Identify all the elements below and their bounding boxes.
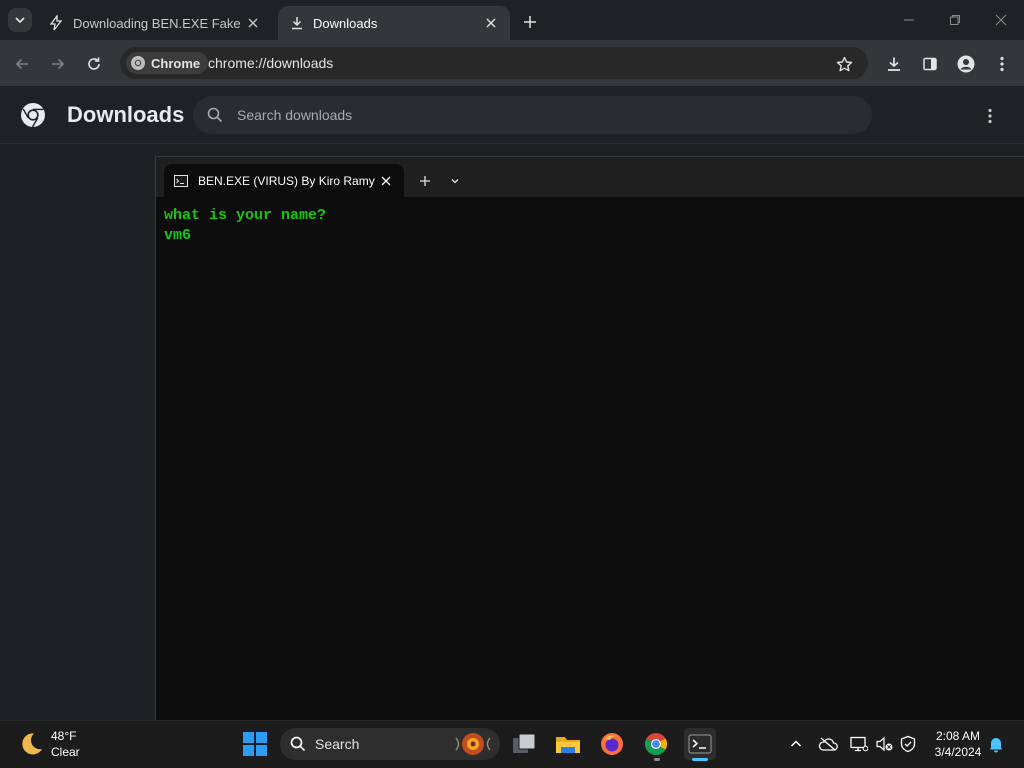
onedrive-tray-button[interactable] xyxy=(818,734,838,754)
window-restore-button[interactable] xyxy=(932,0,978,40)
restore-icon xyxy=(950,15,960,25)
more-vertical-icon xyxy=(1000,56,1004,72)
browser-tab-downloads[interactable]: Downloads xyxy=(278,6,510,40)
search-icon xyxy=(207,107,223,123)
cloud-off-icon xyxy=(818,737,838,751)
forward-button[interactable] xyxy=(44,50,72,78)
chevron-down-icon xyxy=(451,179,459,184)
terminal-profile-dropdown[interactable] xyxy=(445,170,465,192)
chrome-button[interactable] xyxy=(640,728,672,760)
chip-label: Chrome xyxy=(151,55,201,71)
plus-icon xyxy=(420,176,430,186)
star-icon xyxy=(836,56,852,71)
terminal-new-tab-button[interactable] xyxy=(414,170,436,192)
bell-icon xyxy=(989,738,1003,753)
reload-icon xyxy=(88,57,100,70)
tab-title: Downloads xyxy=(313,15,378,31)
notifications-button[interactable] xyxy=(986,734,1006,754)
close-icon xyxy=(995,14,1007,26)
chrome-icon xyxy=(645,733,667,755)
download-icon xyxy=(888,57,900,71)
terminal-icon xyxy=(688,734,712,754)
plus-icon xyxy=(524,16,536,28)
bookmark-star-button[interactable] xyxy=(830,50,858,78)
page-title: Downloads xyxy=(67,102,185,127)
moon-weather-icon[interactable] xyxy=(18,731,44,757)
terminal-taskbar-button[interactable] xyxy=(684,728,716,760)
close-icon xyxy=(248,18,258,28)
profile-icon xyxy=(957,55,975,73)
terminal-tab-close-button[interactable] xyxy=(378,173,394,189)
terminal-active-indicator xyxy=(692,758,708,761)
tab-close-button[interactable] xyxy=(482,14,500,32)
windows-start-icon[interactable] xyxy=(242,731,268,757)
side-panel-button[interactable] xyxy=(916,50,944,78)
clock-date[interactable]: 3/4/2024 xyxy=(930,745,986,759)
browser-menu-button[interactable] xyxy=(988,50,1016,78)
downloads-toolbar-button[interactable] xyxy=(880,50,908,78)
chevron-down-icon xyxy=(15,17,25,24)
downloads-menu-button[interactable] xyxy=(978,104,1002,128)
cmd-icon xyxy=(174,174,188,187)
terminal-line: vm6 xyxy=(164,227,192,244)
downloads-search-box[interactable] xyxy=(193,96,872,134)
taskbar-search-box[interactable]: Search xyxy=(280,728,500,760)
site-info-chip[interactable]: Chrome xyxy=(126,52,209,74)
close-icon xyxy=(486,18,496,28)
terminal-tab-title: BEN.EXE (VIRUS) By Kiro Ramy xyxy=(198,173,375,188)
terminal-line: what is your name? xyxy=(164,207,327,224)
firefox-button[interactable] xyxy=(596,728,628,760)
search-icon xyxy=(290,736,306,752)
url-text[interactable]: chrome://downloads xyxy=(208,55,333,71)
side-panel-icon xyxy=(923,57,937,71)
search-highlight-icon xyxy=(455,733,491,755)
window-minimize-button[interactable] xyxy=(886,0,932,40)
chevron-up-icon xyxy=(790,740,802,747)
taskbar-search-label: Search xyxy=(315,736,360,752)
chrome-logo-icon xyxy=(131,56,145,70)
security-tray-button[interactable] xyxy=(898,734,918,754)
chrome-logo-icon xyxy=(21,103,45,128)
tab-title: Downloading BEN.EXE Fake Virus xyxy=(73,15,244,31)
weather-temperature[interactable]: 48°F xyxy=(51,729,76,743)
tab-search-button[interactable] xyxy=(8,8,32,32)
download-icon xyxy=(292,17,302,30)
minimize-icon xyxy=(904,19,914,21)
chrome-running-indicator xyxy=(654,758,660,761)
terminal-tab[interactable]: BEN.EXE (VIRUS) By Kiro Ramy xyxy=(164,164,404,197)
more-vertical-icon xyxy=(988,108,992,124)
monitor-icon xyxy=(850,736,868,752)
arrow-right-icon xyxy=(52,58,65,70)
window-close-button[interactable] xyxy=(978,0,1024,40)
search-input[interactable] xyxy=(237,107,837,123)
weather-condition[interactable]: Clear xyxy=(51,745,80,759)
clock-time[interactable]: 2:08 AM xyxy=(930,729,986,743)
tab-close-button[interactable] xyxy=(244,14,262,32)
shield-icon xyxy=(900,735,916,753)
arrow-left-icon xyxy=(15,58,28,70)
task-view-button[interactable] xyxy=(508,728,540,760)
new-tab-button[interactable] xyxy=(518,10,542,34)
show-hidden-icons-button[interactable] xyxy=(786,734,806,754)
file-explorer-button[interactable] xyxy=(552,728,584,760)
back-button[interactable] xyxy=(8,50,36,78)
task-view-icon xyxy=(513,733,536,753)
folder-icon xyxy=(556,737,580,753)
profile-button[interactable] xyxy=(952,50,980,78)
terminal-output: what is your name? vm6 xyxy=(164,206,326,246)
network-tray-button[interactable] xyxy=(849,734,869,754)
firefox-icon xyxy=(601,733,623,755)
lightning-bolt-icon xyxy=(49,15,63,31)
volume-tray-button[interactable] xyxy=(875,734,895,754)
volume-muted-icon xyxy=(876,736,893,752)
reload-button[interactable] xyxy=(80,50,108,78)
close-icon xyxy=(381,176,391,185)
browser-tab-ben-download[interactable]: Downloading BEN.EXE Fake Virus xyxy=(36,6,272,40)
